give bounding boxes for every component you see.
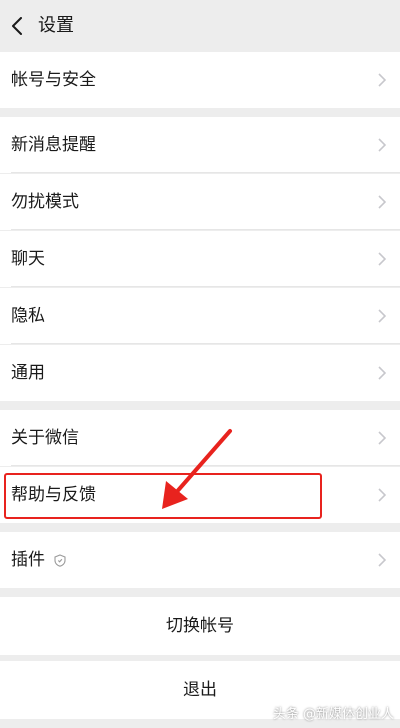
shield-icon [54,554,66,567]
switch-account-button[interactable]: 切换帐号 [0,597,400,655]
settings-item-chat[interactable]: 聊天 [0,231,400,287]
settings-item-label: 插件 [11,550,45,570]
watermark: 头条 @新媒体创业人 [272,707,394,722]
settings-item-new-message-notifications[interactable]: 新消息提醒 [0,117,400,173]
settings-item-label: 帐号与安全 [11,70,96,90]
back-arrow-icon[interactable] [10,17,24,35]
page-title: 设置 [38,15,74,36]
chevron-right-icon [378,488,386,502]
chevron-right-icon [378,553,386,567]
settings-item-label: 通用 [11,363,45,383]
chevron-right-icon [378,366,386,380]
chevron-right-icon [378,431,386,445]
chevron-right-icon [378,73,386,87]
settings-item-account-security[interactable]: 帐号与安全 [0,52,400,108]
divider [11,172,400,173]
divider [11,229,400,230]
settings-item-general[interactable]: 通用 [0,345,400,401]
nav-bar: 设置 [0,0,400,52]
settings-item-label: 关于微信 [11,428,79,448]
settings-item-label: 隐私 [11,306,45,326]
settings-item-plugins[interactable]: 插件 [0,532,400,588]
chevron-right-icon [378,309,386,323]
settings-item-label: 聊天 [11,249,45,269]
settings-item-do-not-disturb[interactable]: 勿扰模式 [0,174,400,230]
chevron-right-icon [378,252,386,266]
settings-item-label: 勿扰模式 [11,192,79,212]
settings-item-privacy[interactable]: 隐私 [0,288,400,344]
annotation-arrow-icon [162,429,232,509]
divider [11,286,400,287]
settings-item-label: 新消息提醒 [11,135,96,155]
chevron-right-icon [378,195,386,209]
divider [11,343,400,344]
chevron-right-icon [378,138,386,152]
